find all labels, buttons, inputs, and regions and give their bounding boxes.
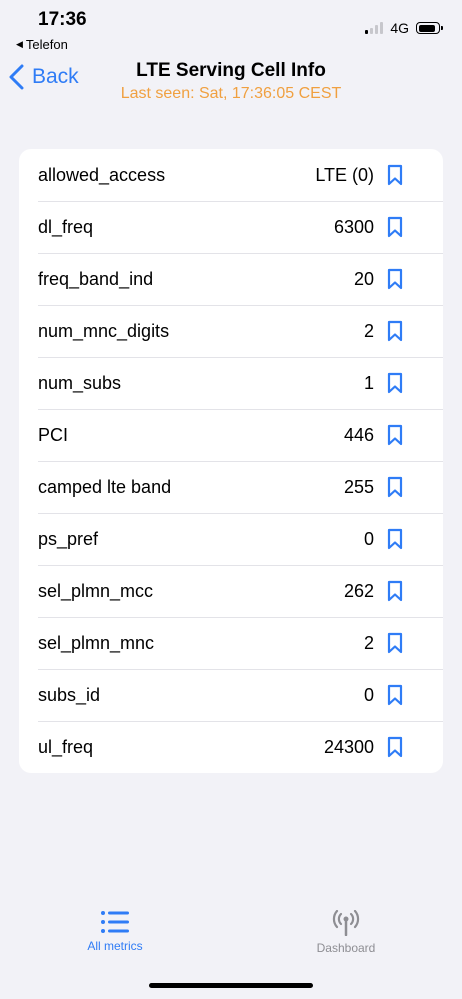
metric-value: 262: [343, 580, 374, 601]
metric-label: subs_id: [38, 684, 101, 705]
metric-row[interactable]: ul_freq 24300: [19, 721, 443, 773]
status-bar: 17:36 ◀ Telefon 4G: [0, 0, 462, 56]
tab-all-metrics[interactable]: All metrics: [45, 910, 185, 953]
page-title: LTE Serving Cell Info: [136, 60, 326, 81]
bookmark-icon[interactable]: [387, 424, 403, 446]
metric-row[interactable]: PCI 446: [19, 409, 443, 461]
metric-label: sel_plmn_mnc: [38, 632, 155, 653]
bookmark-icon[interactable]: [387, 372, 403, 394]
metric-row[interactable]: dl_freq 6300: [19, 201, 443, 253]
metric-row[interactable]: freq_band_ind 20: [19, 253, 443, 305]
bookmark-icon[interactable]: [387, 580, 403, 602]
metric-label: num_subs: [38, 372, 122, 393]
metric-value: LTE (0): [315, 164, 374, 185]
antenna-icon: [332, 910, 360, 936]
metric-value: 20: [353, 268, 374, 289]
metric-row[interactable]: ps_pref 0: [19, 513, 443, 565]
metric-label: num_mnc_digits: [38, 320, 170, 341]
metric-label: dl_freq: [38, 216, 94, 237]
metric-value: 0: [363, 528, 374, 549]
metric-label: ul_freq: [38, 736, 94, 757]
bookmark-icon[interactable]: [387, 632, 403, 654]
metric-value: 6300: [333, 216, 374, 237]
status-time: 17:36: [38, 9, 87, 30]
metric-value: 1: [363, 372, 374, 393]
metric-row[interactable]: camped lte band 255: [19, 461, 443, 513]
metric-label: ps_pref: [38, 528, 99, 549]
network-type: 4G: [390, 20, 409, 36]
metric-label: sel_plmn_mcc: [38, 580, 154, 601]
metric-label: PCI: [38, 424, 69, 445]
signal-strength-icon: [365, 22, 384, 34]
bookmark-icon[interactable]: [387, 216, 403, 238]
bookmark-icon[interactable]: [387, 320, 403, 342]
battery-level-fill: [418, 24, 435, 32]
metric-row[interactable]: sel_plmn_mnc 2: [19, 617, 443, 669]
metric-value: 446: [343, 424, 374, 445]
metric-value: 24300: [323, 736, 374, 757]
metric-value: 255: [343, 476, 374, 497]
bookmark-icon[interactable]: [387, 476, 403, 498]
metric-row[interactable]: num_subs 1: [19, 357, 443, 409]
metric-value: 2: [363, 320, 374, 341]
metric-label: freq_band_ind: [38, 268, 154, 289]
metrics-list: allowed_access LTE (0) dl_freq 6300 freq_ban…: [19, 149, 443, 773]
metric-row[interactable]: num_mnc_digits 2: [19, 305, 443, 357]
tab-bar: All metrics Dashboard: [0, 898, 462, 968]
back-triangle-icon: ◀: [16, 39, 23, 49]
bookmark-icon[interactable]: [387, 528, 403, 550]
back-to-app-link[interactable]: ◀ Telefon: [16, 37, 68, 52]
navigation-bar: Back LTE Serving Cell Info Last seen: Sa…: [0, 56, 462, 112]
tab-dashboard-label: Dashboard: [316, 941, 376, 955]
list-icon: [101, 911, 129, 933]
metric-label: allowed_access: [38, 164, 166, 185]
metric-row[interactable]: sel_plmn_mcc 262: [19, 565, 443, 617]
status-indicators: 4G: [365, 20, 443, 36]
metric-value: 2: [363, 632, 374, 653]
tab-dashboard[interactable]: Dashboard: [276, 910, 416, 955]
last-seen-subtitle: Last seen: Sat, 17:36:05 CEST: [120, 85, 342, 102]
bookmark-icon[interactable]: [387, 164, 403, 186]
metric-row[interactable]: allowed_access LTE (0): [19, 149, 443, 201]
bookmark-icon[interactable]: [387, 268, 403, 290]
metric-row[interactable]: subs_id 0: [19, 669, 443, 721]
back-to-app-label: Telefon: [25, 37, 68, 52]
metric-value: 0: [363, 684, 374, 705]
bookmark-icon[interactable]: [387, 684, 403, 706]
tab-all-metrics-label: All metrics: [87, 939, 143, 953]
bookmark-icon[interactable]: [387, 736, 403, 758]
metric-label: camped lte band: [38, 476, 172, 497]
home-indicator[interactable]: [149, 983, 313, 988]
battery-icon: [416, 22, 443, 34]
